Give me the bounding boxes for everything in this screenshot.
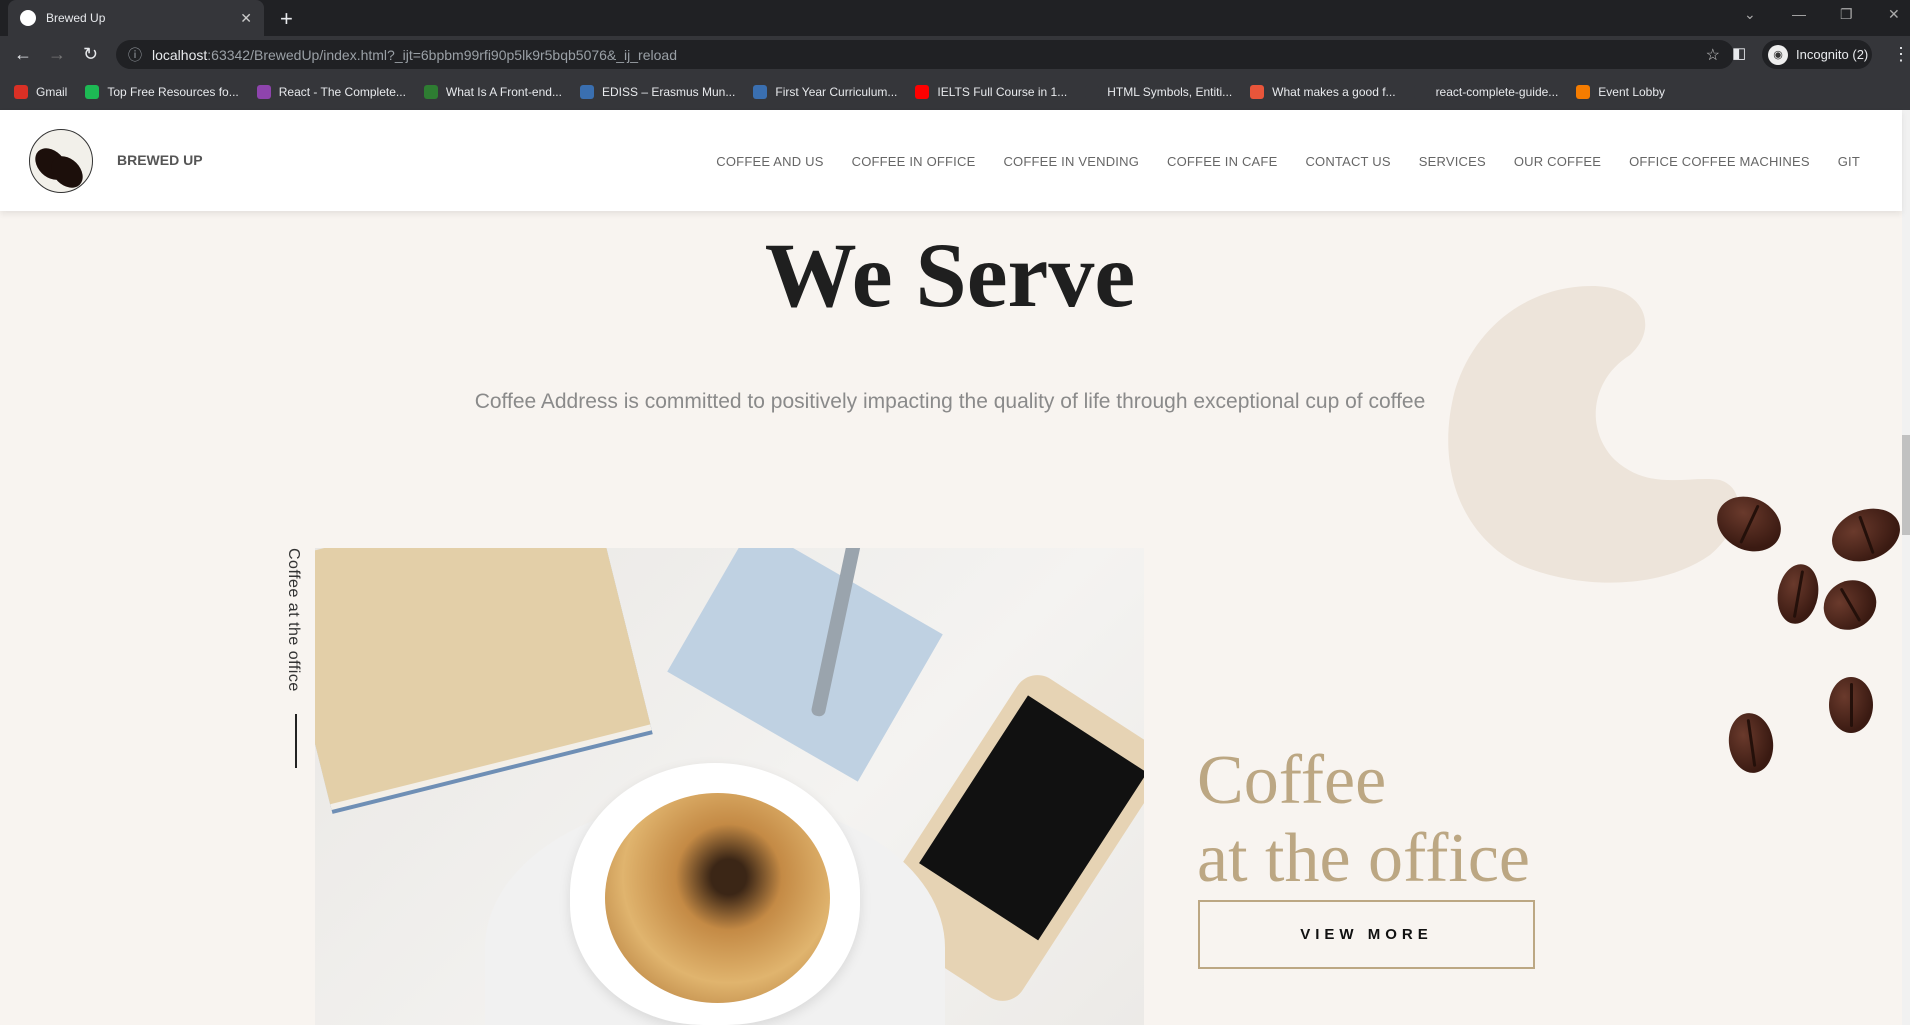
close-window-icon[interactable]: ✕ bbox=[1888, 6, 1900, 23]
back-icon[interactable]: ← bbox=[14, 44, 32, 65]
profile-label: Incognito (2) bbox=[1796, 47, 1869, 62]
bookmark-item[interactable]: React - The Complete... bbox=[256, 84, 406, 99]
bookmark-favicon-icon bbox=[14, 84, 28, 99]
main-nav: COFFEE AND US COFFEE IN OFFICE COFFEE IN V… bbox=[716, 154, 1860, 169]
bookmark-item[interactable]: Top Free Resources fo... bbox=[85, 84, 239, 99]
nav-item[interactable]: COFFEE AND US bbox=[716, 154, 823, 169]
nav-item[interactable]: OFFICE COFFEE MACHINES bbox=[1629, 154, 1810, 169]
bookmark-item[interactable]: Gmail bbox=[14, 84, 68, 99]
bookmark-label: Gmail bbox=[36, 84, 68, 99]
bookmark-favicon-icon bbox=[1576, 84, 1591, 99]
bookmark-label: What makes a good f... bbox=[1272, 84, 1396, 99]
nav-item[interactable]: COFFEE IN OFFICE bbox=[852, 154, 976, 169]
profile-button[interactable]: ◉ Incognito (2) bbox=[1762, 40, 1872, 69]
tab-search-icon[interactable]: ⌄ bbox=[1744, 6, 1756, 23]
tab-bar: Brewed Up ✕ + ⌄ — ❐ ✕ bbox=[0, 0, 1910, 36]
bookmark-item[interactable]: What Is A Front-end... bbox=[423, 84, 562, 99]
scrollbar[interactable] bbox=[1902, 110, 1910, 1025]
bookmarks-bar: Gmail Top Free Resources fo... React - The… bbox=[0, 73, 1910, 110]
forward-icon[interactable]: → bbox=[48, 44, 66, 65]
bookmark-label: react-complete-guide... bbox=[1435, 84, 1559, 99]
bookmark-favicon-icon bbox=[1250, 84, 1265, 99]
heading-line-2: at the office bbox=[1197, 820, 1530, 897]
tab-title: Brewed Up bbox=[46, 11, 106, 25]
bookmark-star-icon[interactable]: ☆ bbox=[1706, 45, 1720, 65]
minimize-icon[interactable]: — bbox=[1792, 6, 1806, 22]
toolbar: ← → ↻ ⓘ localhost:63342/BrewedUp/index.h… bbox=[0, 36, 1910, 73]
restore-icon[interactable]: ❐ bbox=[1840, 6, 1853, 23]
page-title: We Serve bbox=[764, 224, 1136, 326]
bookmark-item[interactable]: EDISS – Erasmus Mun... bbox=[579, 84, 736, 99]
nav-item[interactable]: CONTACT US bbox=[1305, 154, 1390, 169]
side-label: Coffee at the office bbox=[285, 548, 302, 692]
decorative-blob bbox=[1448, 286, 1739, 583]
bookmark-label: IELTS Full Course in 1... bbox=[937, 84, 1068, 99]
brand-name[interactable]: BREWED UP bbox=[117, 152, 203, 168]
nav-item[interactable]: SERVICES bbox=[1419, 154, 1486, 169]
site-header: BREWED UP COFFEE AND US COFFEE IN OFFICE C… bbox=[0, 110, 1902, 211]
address-bar[interactable]: ⓘ localhost:63342/BrewedUp/index.html?_i… bbox=[116, 40, 1734, 69]
bookmark-favicon-icon bbox=[1085, 84, 1100, 99]
bookmark-favicon-icon bbox=[579, 84, 594, 99]
heading-line-1: Coffee bbox=[1197, 742, 1387, 819]
bookmark-label: Event Lobby bbox=[1598, 84, 1666, 99]
nav-item[interactable]: OUR COFFEE bbox=[1514, 154, 1601, 169]
bookmark-favicon-icon bbox=[915, 84, 930, 99]
side-panel-icon[interactable]: ◧ bbox=[1732, 44, 1746, 62]
bookmark-item[interactable]: IELTS Full Course in 1... bbox=[915, 84, 1068, 99]
logo[interactable] bbox=[29, 129, 93, 193]
bookmark-item[interactable]: Event Lobby bbox=[1576, 84, 1666, 99]
url-text: localhost:63342/BrewedUp/index.html?_ijt… bbox=[152, 46, 677, 63]
bookmark-label: First Year Curriculum... bbox=[775, 84, 898, 99]
scrollbar-thumb[interactable] bbox=[1902, 435, 1910, 535]
bookmark-favicon-icon bbox=[85, 84, 100, 99]
bookmark-item[interactable]: What makes a good f... bbox=[1250, 84, 1396, 99]
office-coffee-photo bbox=[315, 548, 1144, 1025]
bookmark-item[interactable]: react-complete-guide... bbox=[1413, 84, 1559, 99]
bookmark-label: What Is A Front-end... bbox=[445, 84, 562, 99]
nav-item[interactable]: GIT bbox=[1838, 154, 1860, 169]
bookmark-favicon-icon bbox=[423, 84, 438, 99]
nav-item[interactable]: COFFEE IN VENDING bbox=[1003, 154, 1139, 169]
menu-icon[interactable]: ⋮ bbox=[1892, 44, 1910, 65]
subtitle: Coffee Address is committed to positivel… bbox=[474, 390, 1426, 413]
reload-icon[interactable]: ↻ bbox=[83, 44, 98, 65]
bookmark-favicon-icon bbox=[256, 84, 271, 99]
bookmark-favicon-icon bbox=[753, 84, 768, 99]
favicon-icon bbox=[20, 10, 36, 26]
info-icon[interactable]: ⓘ bbox=[128, 45, 142, 65]
section-heading: Coffee at the office bbox=[1197, 742, 1530, 898]
nav-item[interactable]: COFFEE IN CAFE bbox=[1167, 154, 1277, 169]
bookmark-favicon-icon bbox=[1413, 84, 1428, 99]
bookmark-item[interactable]: First Year Curriculum... bbox=[753, 84, 898, 99]
bookmark-label: HTML Symbols, Entiti... bbox=[1107, 84, 1233, 99]
close-tab-icon[interactable]: ✕ bbox=[240, 10, 252, 27]
incognito-icon: ◉ bbox=[1768, 44, 1788, 65]
bookmark-label: Top Free Resources fo... bbox=[107, 84, 239, 99]
browser-tab[interactable]: Brewed Up ✕ bbox=[8, 0, 264, 36]
bookmark-label: EDISS – Erasmus Mun... bbox=[601, 84, 736, 99]
new-tab-icon[interactable]: + bbox=[280, 6, 293, 32]
bookmark-item[interactable]: HTML Symbols, Entiti... bbox=[1085, 84, 1233, 99]
browser-chrome: Brewed Up ✕ + ⌄ — ❐ ✕ ← → ↻ ⓘ localhost:… bbox=[0, 0, 1910, 110]
side-divider bbox=[295, 714, 297, 768]
view-more-button[interactable]: VIEW MORE bbox=[1198, 900, 1535, 969]
bookmark-label: React - The Complete... bbox=[278, 84, 406, 99]
